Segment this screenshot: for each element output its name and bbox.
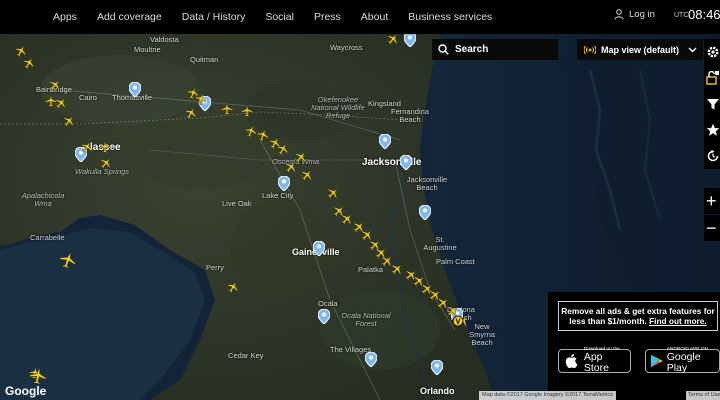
- map-label-jacksonville-beach: Jacksonville Beach: [406, 175, 448, 192]
- gear-icon: [707, 46, 719, 58]
- map-label-quitman: Quitman: [190, 55, 219, 64]
- app-store-label: App Store: [583, 351, 609, 375]
- map-label-palm-coast: Palm Coast: [436, 257, 475, 266]
- top-navigation-bar: Apps Add coverage Data / History Social …: [0, 0, 720, 34]
- settings-button[interactable]: [704, 39, 720, 65]
- google-play-button[interactable]: ANDROID APP ON Google Play: [645, 347, 720, 375]
- google-play-label: Google Play: [666, 351, 701, 375]
- location-pin-icon[interactable]: [129, 82, 141, 97]
- nav-about[interactable]: About: [351, 11, 398, 23]
- map-label-live-oak: Live Oak: [222, 199, 252, 208]
- utc-label: UTC: [674, 12, 689, 19]
- map-label-jacksonville: Jacksonville: [362, 157, 422, 168]
- login-label: Log in: [629, 9, 655, 20]
- location-pin-icon[interactable]: [400, 155, 412, 170]
- zoom-out-button[interactable]: −: [704, 215, 720, 241]
- map-label-okefenokee: Okefenokee National Wildlife Refuge: [311, 95, 365, 120]
- map-label-lake-city: Lake City: [262, 191, 294, 200]
- filter-settings-button[interactable]: [704, 65, 720, 91]
- map-label-waycross: Waycross: [330, 43, 363, 52]
- map-attribution: Map data ©2017 Google Imagery ©2017 Terr…: [479, 391, 616, 400]
- map-label-cairo: Cairo: [79, 93, 97, 102]
- search-label: Search: [455, 44, 489, 55]
- map-label-fernandina: Fernandina Beach: [391, 107, 429, 124]
- aircraft-icon[interactable]: [220, 102, 234, 116]
- nav-add-coverage[interactable]: Add coverage: [87, 11, 172, 23]
- filter-settings-icon: [706, 71, 719, 85]
- filter-icon: [707, 99, 719, 110]
- search-box[interactable]: Search: [432, 39, 558, 60]
- app-store-button[interactable]: Download on the App Store: [558, 347, 631, 375]
- map-label-orlando: Orlando: [420, 386, 455, 396]
- nav-business-services[interactable]: Business services: [398, 11, 502, 23]
- location-pin-icon[interactable]: [379, 134, 391, 149]
- map-label-st-augustine: St. Augustine: [423, 235, 457, 252]
- remove-ads-line2: less than $1/month.: [569, 316, 647, 327]
- apple-icon: [565, 353, 578, 369]
- map-view-dropdown[interactable]: Map view (default): [577, 39, 703, 60]
- location-pin-icon[interactable]: [318, 309, 330, 324]
- login-button[interactable]: Log in: [614, 9, 655, 20]
- playback-button[interactable]: [704, 143, 720, 169]
- nav-apps[interactable]: Apps: [0, 11, 87, 23]
- utc-clock: 08:46: [688, 7, 720, 22]
- selected-airport-icon[interactable]: [452, 315, 464, 327]
- location-pin-icon[interactable]: [431, 360, 443, 375]
- location-pin-icon[interactable]: [365, 352, 377, 367]
- nav-data-history[interactable]: Data / History: [172, 11, 256, 23]
- aircraft-icon[interactable]: [240, 104, 254, 118]
- map-view-label: Map view (default): [601, 44, 680, 55]
- map-label-apalachicola: Apalachicola Wma: [21, 191, 65, 208]
- nav-social[interactable]: Social: [255, 11, 304, 23]
- location-pin-icon[interactable]: [419, 205, 431, 220]
- find-out-more-link[interactable]: Find out more.: [649, 316, 707, 326]
- remove-ads-banner[interactable]: Remove all ads & get extra features for …: [558, 301, 718, 331]
- location-pin-icon[interactable]: [313, 241, 325, 256]
- remove-ads-line1: Remove all ads & get extra features for: [561, 306, 715, 316]
- zoom-in-button[interactable]: +: [704, 188, 720, 214]
- search-icon: [438, 44, 449, 55]
- location-pin-icon[interactable]: [278, 176, 290, 191]
- map-label-palatka: Palatka: [358, 265, 384, 274]
- playback-icon: [707, 149, 719, 162]
- map-label-valdosta: Valdosta: [150, 35, 179, 44]
- promo-panel: Remove all ads & get extra features for …: [548, 292, 720, 400]
- map-label-ocala-nf: Ocala National Forest: [341, 311, 391, 328]
- filter-button[interactable]: [704, 91, 720, 117]
- favorites-button[interactable]: [704, 117, 720, 143]
- map-toolbar: [704, 39, 720, 169]
- map-label-cedar-key: Cedar Key: [228, 351, 264, 360]
- terms-of-use-link[interactable]: Terms of Use: [686, 391, 720, 400]
- map-label-moultrie: Moultrie: [134, 45, 161, 54]
- aircraft-icon[interactable]: [44, 94, 58, 108]
- aircraft-icon[interactable]: [98, 140, 112, 154]
- nav-press[interactable]: Press: [304, 11, 351, 23]
- google-play-icon: [650, 354, 663, 368]
- google-logo: Google: [5, 384, 47, 398]
- star-icon: [706, 123, 720, 136]
- map-label-perry: Perry: [206, 263, 224, 272]
- map-label-smyrna: New Smyrna Beach: [469, 322, 495, 347]
- map-label-carrabelle: Carrabelle: [30, 233, 65, 242]
- user-icon: [614, 9, 624, 20]
- map-label-ocala: Ocala: [318, 299, 338, 308]
- chevron-down-icon: [688, 47, 697, 52]
- location-pin-icon[interactable]: [404, 32, 416, 47]
- broadcast-icon: [584, 45, 596, 54]
